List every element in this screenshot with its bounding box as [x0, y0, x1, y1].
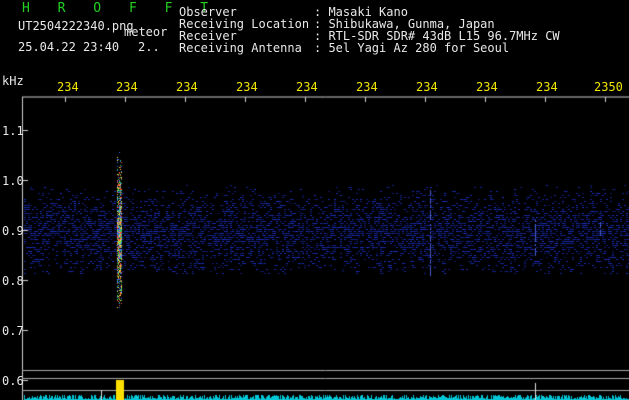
x-tick-label: 234 — [476, 80, 498, 94]
x-tick-label: 234 — [356, 80, 378, 94]
y-tick-label: 1.1 — [2, 124, 24, 138]
info-label-antenna: Receiving Antenna — [179, 41, 302, 55]
x-tick-label: 234 — [536, 80, 558, 94]
spectrogram-canvas — [0, 0, 629, 400]
extra-label: 2.. — [138, 40, 160, 54]
x-tick-label: 234 — [236, 80, 258, 94]
y-tick-label: 0.8 — [2, 274, 24, 288]
y-tick-label: 0.7 — [2, 324, 24, 338]
y-axis-unit: kHz — [2, 74, 24, 88]
filename: UT2504222340.png — [18, 19, 134, 33]
x-tick-label: 234 — [176, 80, 198, 94]
x-tick-label: 2350 — [594, 80, 623, 94]
datetime: 25.04.22 23:40 — [18, 40, 120, 54]
y-tick-label: 1.0 — [2, 174, 24, 188]
x-tick-label: 234 — [296, 80, 318, 94]
x-tick-label: 234 — [116, 80, 138, 94]
type-label: meteor — [124, 25, 168, 39]
x-tick-label: 234 — [57, 80, 79, 94]
y-tick-label: 0.9 — [2, 224, 24, 238]
info-value-antenna: : 5el Yagi Az 280 for Seoul — [314, 41, 510, 55]
y-tick-label: 0.6 — [2, 374, 24, 388]
x-tick-label: 234 — [416, 80, 438, 94]
